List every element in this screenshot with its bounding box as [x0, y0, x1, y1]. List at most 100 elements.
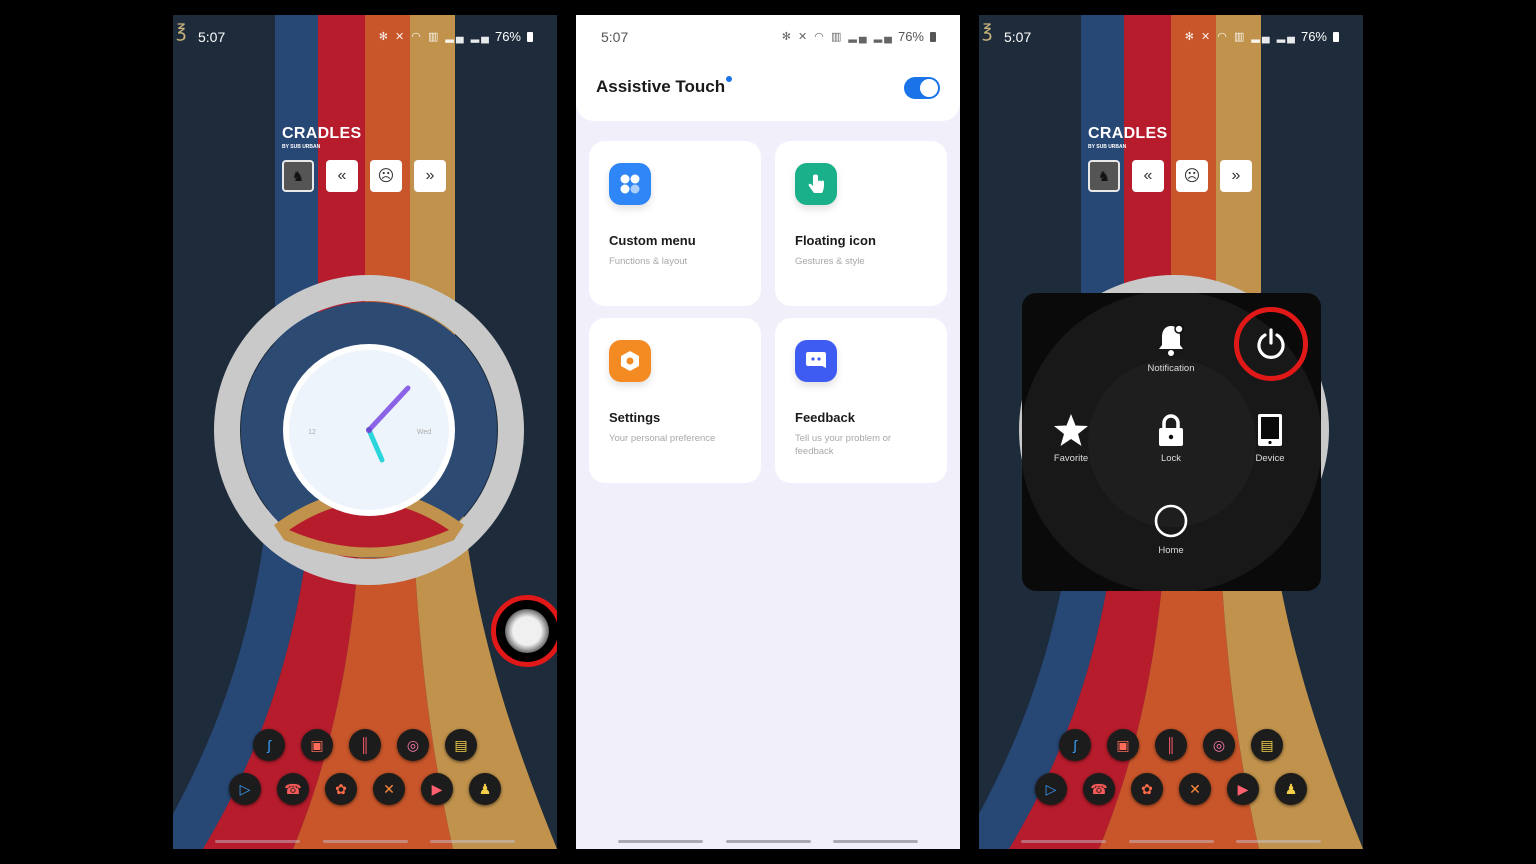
dock-row-2: ▷ ☎ ✿ ✕ ▶ ♟: [173, 773, 557, 805]
mood-button[interactable]: ☹: [370, 160, 402, 192]
menu-item-label: Notification: [1147, 363, 1195, 374]
menu-item-lock[interactable]: Lock: [1131, 413, 1211, 464]
lock-icon: [1159, 414, 1183, 446]
mood-button[interactable]: ☹: [1176, 160, 1208, 192]
status-time: 5:07: [1004, 29, 1032, 45]
tools-app-icon[interactable]: ✕: [1179, 773, 1211, 805]
battery-icon: [1333, 31, 1339, 42]
floating-button-knob: [505, 609, 549, 653]
camera-app-icon[interactable]: ▣: [1107, 729, 1139, 761]
watermark-logo: ℥: [982, 21, 993, 42]
recorder-app-icon[interactable]: ║: [1155, 729, 1187, 761]
nav-handle[interactable]: [1236, 840, 1321, 843]
nav-handle[interactable]: [430, 840, 515, 843]
bell-icon: [1159, 324, 1184, 356]
snapchat-app-icon[interactable]: ♟: [1275, 773, 1307, 805]
phone-app-icon[interactable]: ☎: [1083, 773, 1115, 805]
menu-item-favorite[interactable]: Favorite: [1031, 413, 1111, 464]
files-app-icon[interactable]: ▤: [1251, 729, 1283, 761]
phantom-app-icon[interactable]: ʃ: [253, 729, 285, 761]
settings-card[interactable]: Settings Your personal preference: [589, 318, 761, 483]
nav-handle[interactable]: [833, 840, 918, 843]
page-title: Assistive Touch: [596, 77, 726, 96]
toggle-knob: [920, 79, 938, 97]
navigation-bar: [1021, 840, 1321, 843]
nav-handle[interactable]: [1021, 840, 1106, 843]
home-circle-icon: [1154, 504, 1188, 538]
music-widget: CRADLES BY SUB URBAN ♞ « ☹ »: [282, 125, 446, 192]
card-subtitle: Gestures & style: [795, 256, 865, 267]
battery-level: 76%: [494, 29, 521, 44]
clock-widget[interactable]: 12 Wed: [214, 275, 524, 585]
status-icons: ✻ ✕ ◠ ▥ ▂▄ ▂▄: [378, 31, 491, 43]
tap-hand-icon: [795, 163, 837, 205]
card-subtitle: Tell us your problem or feedback: [795, 433, 892, 457]
navigation-bar: [215, 840, 515, 843]
nav-handle[interactable]: [618, 840, 703, 843]
youtube-app-icon[interactable]: ▶: [1227, 773, 1259, 805]
files-app-icon[interactable]: ▤: [445, 729, 477, 761]
instagram-app-icon[interactable]: ◎: [1203, 729, 1235, 761]
album-art[interactable]: ♞: [1088, 160, 1120, 192]
battery-level: 76%: [1300, 29, 1327, 44]
video-app-icon[interactable]: ✿: [325, 773, 357, 805]
player-app-icon[interactable]: ▷: [1035, 773, 1067, 805]
next-button[interactable]: »: [414, 160, 446, 192]
power-button[interactable]: [1234, 307, 1308, 381]
video-app-icon[interactable]: ✿: [1131, 773, 1163, 805]
battery-icon: [930, 31, 936, 42]
tools-app-icon[interactable]: ✕: [373, 773, 405, 805]
status-icons: ✻ ✕ ◠ ▥ ▂▄ ▂▄: [1184, 31, 1297, 43]
custom-menu-card[interactable]: Custom menu Functions & layout: [589, 141, 761, 306]
clock-day: Wed: [417, 429, 431, 436]
menu-item-notification[interactable]: Notification: [1131, 323, 1211, 374]
card-title: Floating icon: [795, 233, 876, 248]
previous-button[interactable]: «: [1132, 160, 1164, 192]
menu-item-device[interactable]: Device: [1230, 413, 1310, 464]
next-button[interactable]: »: [1220, 160, 1252, 192]
new-indicator-dot: [726, 76, 732, 82]
floating-assistive-button[interactable]: [491, 595, 557, 667]
instagram-app-icon[interactable]: ◎: [397, 729, 429, 761]
clock-date: 12: [308, 429, 316, 436]
menu-item-home[interactable]: Home: [1131, 503, 1211, 556]
status-bar: ℥ 5:07 ✻ ✕ ◠ ▥ ▂▄ ▂▄ 76%: [173, 21, 557, 47]
status-bar: ℥ 5:07 ✻ ✕ ◠ ▥ ▂▄ ▂▄ 76%: [979, 21, 1363, 47]
card-subtitle: Functions & layout: [609, 256, 688, 267]
card-title: Settings: [609, 410, 661, 425]
song-title: CRADLES: [282, 125, 362, 142]
status-icons: ✻ ✕ ◠ ▥ ▂▄ ▂▄: [781, 31, 894, 43]
navigation-bar: [618, 840, 918, 843]
previous-button[interactable]: «: [326, 160, 358, 192]
youtube-app-icon[interactable]: ▶: [421, 773, 453, 805]
hex-settings-icon: [609, 340, 651, 382]
nav-handle[interactable]: [725, 840, 811, 843]
nav-handle[interactable]: [215, 840, 300, 843]
battery-icon: [527, 31, 533, 42]
recorder-app-icon[interactable]: ║: [349, 729, 381, 761]
nav-handle[interactable]: [1128, 840, 1214, 843]
feedback-card[interactable]: Feedback Tell us your problem or feedbac…: [775, 318, 947, 483]
phone-device-icon: [1258, 414, 1282, 446]
dock-row-2: ▷ ☎ ✿ ✕ ▶ ♟: [979, 773, 1363, 805]
home-screen-with-radial-menu: ℥ 5:07 ✻ ✕ ◠ ▥ ▂▄ ▂▄ 76% CRADLES BY SUB …: [979, 15, 1363, 849]
watermark-logo: ℥: [176, 21, 187, 42]
song-artist: BY SUB URBAN: [282, 144, 321, 150]
status-time: 5:07: [198, 29, 226, 45]
status-time: 5:07: [601, 29, 629, 45]
album-art[interactable]: ♞: [282, 160, 314, 192]
phantom-app-icon[interactable]: ʃ: [1059, 729, 1091, 761]
player-app-icon[interactable]: ▷: [229, 773, 261, 805]
status-bar: 5:07 ✻ ✕ ◠ ▥ ▂▄ ▂▄ 76%: [576, 27, 960, 47]
dock-row-1: ʃ ▣ ║ ◎ ▤: [979, 729, 1363, 761]
nav-handle[interactable]: [322, 840, 408, 843]
phone-app-icon[interactable]: ☎: [277, 773, 309, 805]
card-subtitle: Your personal preference: [609, 433, 716, 444]
menu-item-label: Lock: [1160, 453, 1182, 464]
snapchat-app-icon[interactable]: ♟: [469, 773, 501, 805]
floating-icon-card[interactable]: Floating icon Gestures & style: [775, 141, 947, 306]
assistive-radial-menu: Notification Favorite Lock Device Home: [1022, 293, 1321, 591]
assistive-touch-toggle[interactable]: [904, 77, 940, 99]
card-title: Feedback: [795, 410, 855, 425]
camera-app-icon[interactable]: ▣: [301, 729, 333, 761]
